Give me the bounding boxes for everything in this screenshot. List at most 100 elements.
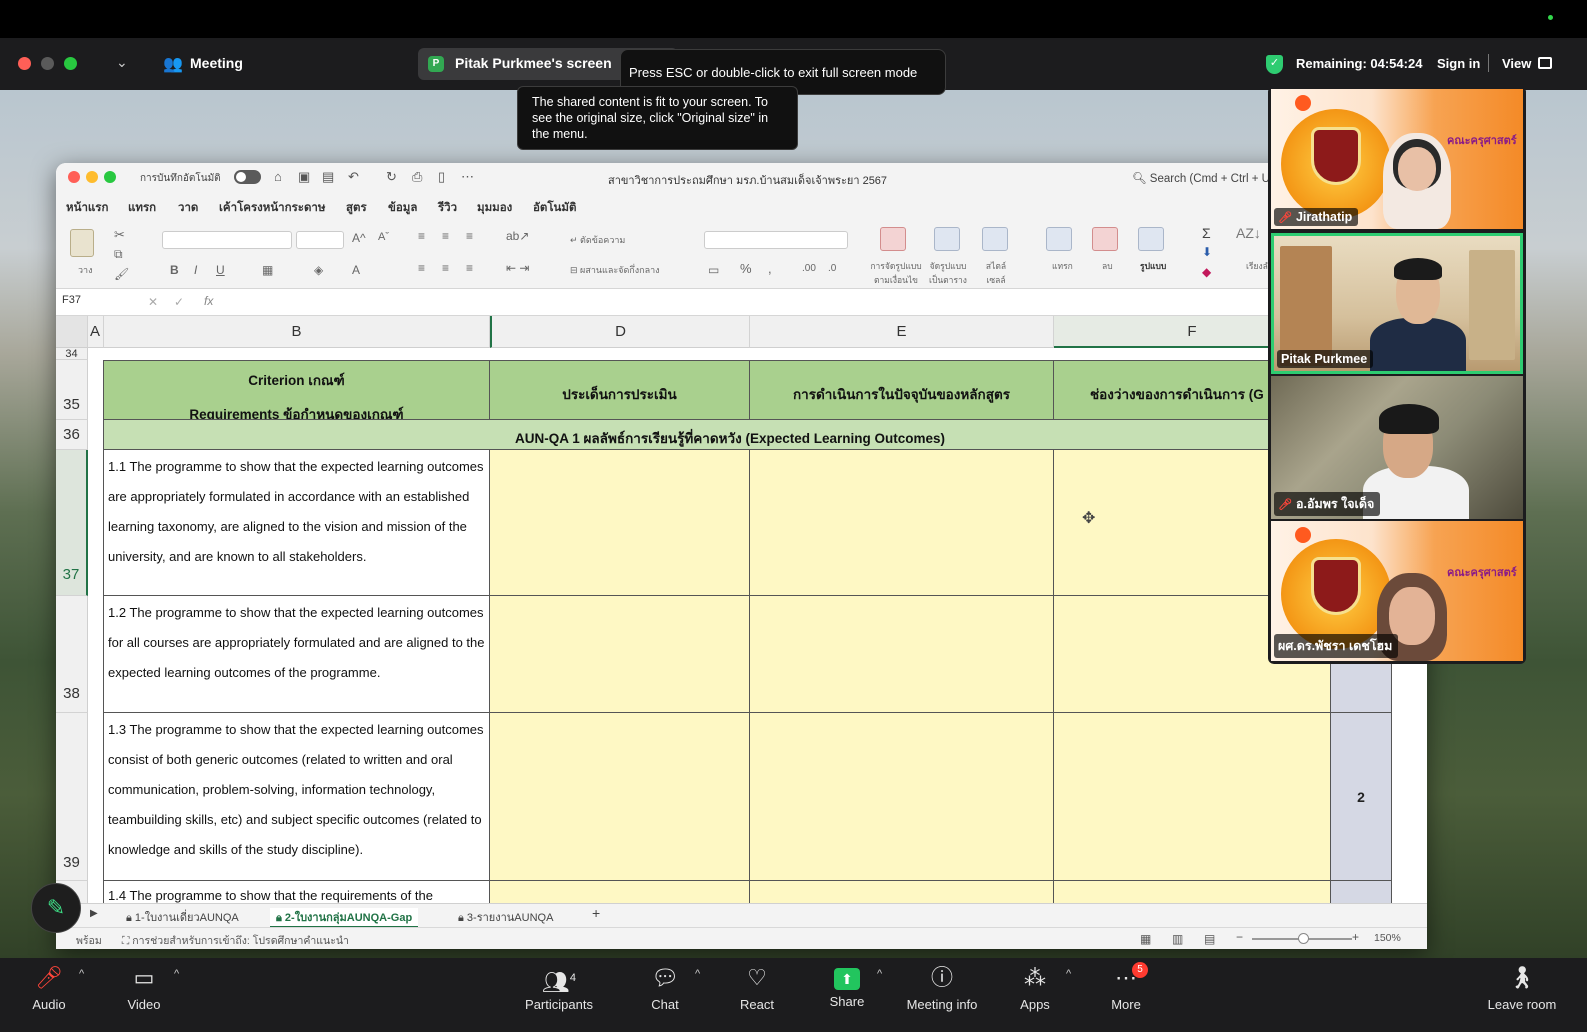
- comma-icon[interactable]: ,: [768, 261, 772, 276]
- audio-button[interactable]: 🎤︎ Audio: [24, 958, 74, 1032]
- assessment-issue-header-cell[interactable]: ประเด็นการประเมิน: [490, 360, 750, 420]
- gap-cell[interactable]: [1054, 713, 1331, 881]
- criterion-cell[interactable]: 1.2 The programme to show that the expec…: [103, 596, 490, 713]
- zoom-level[interactable]: 150%: [1374, 932, 1401, 944]
- conditional-format-label[interactable]: การจัดรูปแบบ ตามเงื่อนไข: [868, 259, 924, 287]
- leave-room-button[interactable]: 🚶︎ Leave room: [1484, 958, 1560, 1032]
- font-color-icon[interactable]: A: [352, 263, 360, 277]
- more-icon[interactable]: ⋯: [461, 169, 474, 185]
- align-left-icon[interactable]: ≡: [418, 261, 425, 275]
- tab-data[interactable]: ข้อมูล: [388, 199, 417, 217]
- align-right-icon[interactable]: ≡: [466, 261, 473, 275]
- underline-icon[interactable]: U: [216, 263, 225, 277]
- insert-cells-label[interactable]: แทรก: [1052, 259, 1073, 273]
- add-sheet-button[interactable]: +: [592, 905, 600, 921]
- cell-styles-icon[interactable]: [982, 227, 1008, 251]
- tab-automate[interactable]: อัตโนมัติ: [533, 199, 576, 217]
- tab-insert[interactable]: แทรก: [128, 199, 156, 217]
- column-header-d[interactable]: D: [490, 316, 750, 348]
- percent-icon[interactable]: %: [740, 261, 752, 276]
- assessment-cell[interactable]: [490, 450, 750, 596]
- video-button[interactable]: ▭ Video: [118, 958, 170, 1032]
- format-cells-icon[interactable]: [1138, 227, 1164, 251]
- meeting-info-button[interactable]: ⓘ Meeting info: [900, 958, 984, 1032]
- sheet-tab-3[interactable]: 🔒︎ 3-รายงานAUNQA: [458, 908, 553, 926]
- criterion-cell[interactable]: 1.3 The programme to show that the expec…: [103, 713, 490, 881]
- tab-draw[interactable]: วาด: [178, 199, 198, 217]
- normal-view-icon[interactable]: ▦: [1140, 932, 1151, 946]
- delete-cells-icon[interactable]: [1092, 227, 1118, 251]
- format-cells-label[interactable]: รูปแบบ: [1140, 259, 1166, 273]
- row-34-blank[interactable]: [88, 348, 1427, 360]
- bold-icon[interactable]: B: [170, 263, 179, 277]
- format-painter-icon[interactable]: 🖌︎: [114, 267, 129, 281]
- participant-tile-active-speaker[interactable]: Pitak Purkmee: [1271, 233, 1523, 374]
- tab-review[interactable]: รีวิว: [438, 199, 457, 217]
- excel-close-button[interactable]: [68, 171, 80, 183]
- score-cell[interactable]: [1331, 881, 1392, 903]
- page-break-view-icon[interactable]: ▤: [1204, 932, 1215, 946]
- paste-icon[interactable]: [70, 229, 94, 257]
- align-top-icon[interactable]: ≡: [418, 229, 425, 243]
- delete-cells-label[interactable]: ลบ: [1102, 259, 1113, 273]
- cell-styles-label[interactable]: สไตล์ เซลล์: [976, 259, 1016, 287]
- sort-filter-icon[interactable]: AZ↓: [1236, 225, 1261, 241]
- decrease-font-icon[interactable]: Aˇ: [378, 231, 389, 243]
- share-options-chevron-icon[interactable]: ^: [877, 968, 882, 980]
- confirm-icon[interactable]: ✓: [174, 295, 184, 309]
- orientation-icon[interactable]: ab↗: [506, 229, 529, 243]
- print-icon[interactable]: ⎙: [412, 169, 422, 185]
- page-layout-view-icon[interactable]: ▥: [1172, 932, 1183, 946]
- cancel-icon[interactable]: ✕: [148, 295, 158, 309]
- apps-options-chevron-icon[interactable]: ^: [1066, 968, 1071, 980]
- practice-cell[interactable]: [750, 596, 1054, 713]
- new-doc-icon[interactable]: ▯: [438, 169, 445, 185]
- cut-icon[interactable]: ✂: [114, 227, 125, 243]
- minimize-window-button[interactable]: [41, 57, 54, 70]
- indent-icon[interactable]: ⇤ ⇥: [506, 261, 529, 275]
- increase-font-icon[interactable]: A^: [352, 231, 366, 245]
- autosave-toggle[interactable]: [234, 170, 261, 184]
- conditional-format-icon[interactable]: [880, 227, 906, 251]
- tab-formulas[interactable]: สูตร: [346, 199, 367, 217]
- meeting-label[interactable]: Meeting: [190, 55, 243, 71]
- tab-page-layout[interactable]: เค้าโครงหน้ากระดาษ: [219, 199, 325, 217]
- currency-icon[interactable]: ▭: [708, 263, 719, 277]
- merge-center-button[interactable]: ⊟ ผสานและจัดกึ่งกลาง: [570, 263, 660, 277]
- zoom-out-button[interactable]: −: [1236, 930, 1243, 944]
- apps-button[interactable]: ⁂ Apps: [1010, 958, 1060, 1032]
- video-options-chevron-icon[interactable]: ^: [174, 968, 179, 980]
- format-table-icon[interactable]: [934, 227, 960, 251]
- audio-options-chevron-icon[interactable]: ^: [79, 968, 84, 980]
- excel-minimize-button[interactable]: [86, 171, 98, 183]
- zoom-slider-handle[interactable]: [1298, 933, 1309, 944]
- clear-icon[interactable]: ◆: [1202, 265, 1211, 279]
- chat-options-chevron-icon[interactable]: ^: [695, 968, 700, 980]
- autosum-icon[interactable]: Σ: [1202, 225, 1211, 241]
- criterion-cell[interactable]: 1.1 The programme to show that the expec…: [103, 450, 490, 596]
- increase-decimal-icon[interactable]: .00: [802, 263, 816, 274]
- font-size-select[interactable]: [296, 231, 344, 249]
- grid-view-icon[interactable]: [1538, 57, 1552, 69]
- save-icon[interactable]: ▣: [298, 169, 310, 185]
- sharer-screen-label[interactable]: Pitak Purkmee's screen: [455, 55, 612, 71]
- fullscreen-window-button[interactable]: [64, 57, 77, 70]
- react-button[interactable]: ♡ React: [732, 958, 782, 1032]
- practice-cell[interactable]: [750, 881, 1054, 903]
- zoom-in-button[interactable]: +: [1352, 930, 1359, 944]
- assessment-cell[interactable]: [490, 881, 750, 903]
- borders-icon[interactable]: ▦: [262, 263, 273, 277]
- assessment-cell[interactable]: [490, 596, 750, 713]
- copy-icon[interactable]: ⧉: [114, 247, 123, 262]
- row-header-37[interactable]: 37: [56, 450, 88, 596]
- wrap-text-button[interactable]: ↵ ตัดข้อความ: [570, 233, 625, 247]
- number-format-select[interactable]: [704, 231, 848, 249]
- row-header-36[interactable]: 36: [56, 420, 88, 450]
- current-practice-header-cell[interactable]: การดำเนินการในปัจจุบันของหลักสูตร: [750, 360, 1054, 420]
- score-cell[interactable]: 2: [1331, 713, 1392, 881]
- font-name-select[interactable]: [162, 231, 292, 249]
- spreadsheet-grid[interactable]: A B D E F 34 35 36 37 38 39 Criterion เก…: [56, 316, 1427, 903]
- fill-down-icon[interactable]: ⬇: [1202, 245, 1212, 259]
- column-header-a[interactable]: A: [88, 316, 104, 348]
- tab-view[interactable]: มุมมอง: [477, 199, 512, 217]
